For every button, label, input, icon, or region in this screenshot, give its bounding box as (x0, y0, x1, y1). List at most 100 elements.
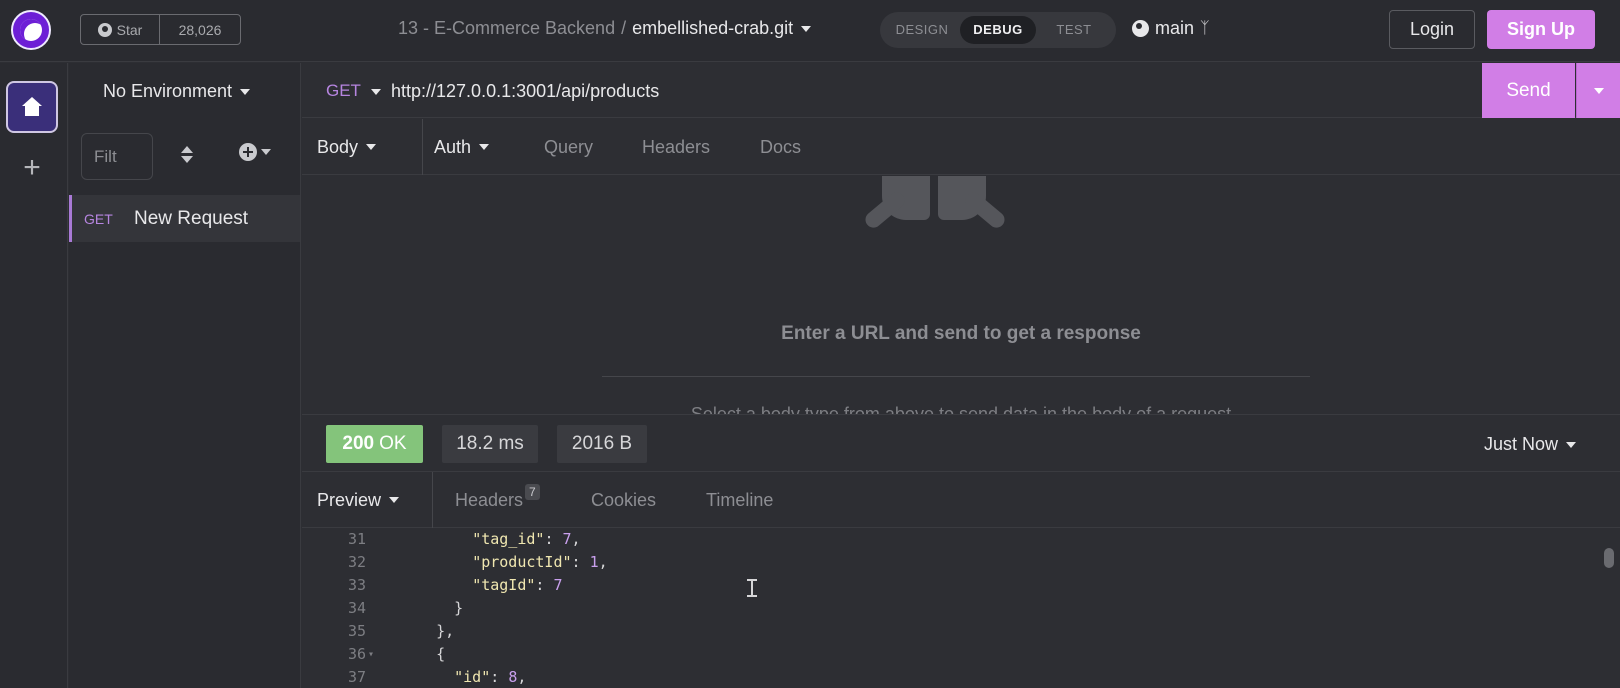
line-number: 32 (347, 553, 366, 571)
environment-selector[interactable]: No Environment (103, 81, 251, 102)
mode-switch: DESIGN DEBUG TEST (880, 12, 1116, 48)
breadcrumb-project[interactable]: 13 - E-Commerce Backend (398, 18, 615, 38)
url-bar: GET Send (302, 63, 1620, 118)
json-value: 8 (508, 668, 518, 686)
login-button[interactable]: Login (1389, 10, 1475, 49)
line-number: 34 (347, 599, 366, 617)
status-text: OK (379, 433, 407, 454)
tab-body[interactable]: Body (317, 119, 377, 175)
chevron-down-icon[interactable] (801, 26, 812, 33)
line-number: 37 (347, 668, 366, 686)
branch-selector[interactable]: main ᛉ (1132, 18, 1210, 39)
branch-name: main (1155, 18, 1195, 38)
headers-count-badge: 7 (525, 484, 540, 500)
response-preview[interactable]: 31 "tag_id": 7, 32 "productId": 1, 33 "tag… (302, 528, 1620, 688)
plus-icon: + (23, 151, 41, 184)
tab-response-headers-label: Headers (455, 489, 524, 510)
code-text: { (418, 643, 445, 666)
home-icon (21, 97, 43, 117)
empty-state-hint: Select a body type from above to send da… (690, 404, 1232, 414)
code-line: 36 ▾ { (302, 643, 1620, 666)
filter-input[interactable] (81, 133, 153, 180)
github-star-label: Star (116, 21, 143, 38)
divider (602, 376, 1310, 377)
code-text: "tag_id": 7, (418, 528, 580, 551)
github-star-count[interactable]: 28,026 (160, 15, 240, 44)
json-key: "tag_id" (472, 530, 545, 548)
chevron-down-icon (479, 144, 490, 150)
chevron-down-icon (1566, 442, 1577, 449)
tab-cookies[interactable]: Cookies (591, 472, 656, 528)
sort-icon[interactable] (179, 143, 195, 167)
github-star-button[interactable]: Star (81, 15, 160, 44)
mode-test-tab[interactable]: TEST (1036, 16, 1112, 44)
json-separator: : (535, 576, 554, 594)
request-method-badge: GET (84, 210, 113, 227)
tab-headers[interactable]: Headers (642, 119, 710, 175)
code-line: 34 } (302, 597, 1620, 620)
send-options-button[interactable] (1576, 63, 1620, 118)
breadcrumb: 13 - E-Commerce Backend / embellished-crab… (398, 18, 812, 39)
mode-design-tab[interactable]: DESIGN (884, 16, 960, 44)
json-punctuation: , (517, 668, 527, 686)
send-button[interactable]: Send (1482, 63, 1575, 118)
chevron-down-icon (261, 149, 271, 155)
tab-preview[interactable]: Preview (317, 472, 400, 528)
tab-response-headers[interactable]: Headers 7 (455, 472, 540, 528)
add-workspace-button[interactable]: + (17, 153, 47, 183)
response-tabs: Preview Headers 7 Cookies Timeline (302, 472, 1620, 528)
tab-timeline[interactable]: Timeline (706, 472, 773, 528)
tab-docs[interactable]: Docs (760, 119, 801, 175)
response-history-dropdown[interactable]: Just Now (1484, 434, 1577, 455)
chevron-down-icon (370, 88, 381, 95)
json-punctuation: , (598, 553, 608, 571)
json-key: "productId" (472, 553, 572, 571)
chevron-down-icon (1593, 87, 1604, 94)
tab-divider (432, 472, 433, 528)
scrollbar-thumb[interactable] (1604, 548, 1614, 568)
json-punctuation: }, (436, 622, 455, 640)
json-separator: : (490, 668, 509, 686)
text-cursor-icon (747, 579, 757, 597)
github-icon (97, 22, 112, 37)
tab-auth[interactable]: Auth (434, 119, 490, 175)
insomnia-logo-icon[interactable] (11, 10, 51, 50)
empty-state-title: Enter a URL and send to get a response (781, 323, 1141, 344)
json-key: "tagId" (472, 576, 536, 594)
sidebar: No Environment GET New Request (69, 63, 301, 688)
github-star-badge[interactable]: Star 28,026 (80, 14, 241, 45)
tab-body-label: Body (317, 136, 359, 157)
method-label: GET (326, 81, 361, 100)
breadcrumb-repo[interactable]: embellished-crab.git (632, 18, 793, 38)
json-value: 1 (589, 553, 599, 571)
json-separator: : (571, 553, 590, 571)
code-text: }, (418, 620, 454, 643)
add-request-menu[interactable] (239, 143, 271, 161)
line-number: 35 (347, 622, 366, 640)
fold-chevron-icon[interactable]: ▾ (368, 643, 374, 666)
github-icon (1132, 20, 1149, 37)
method-selector[interactable]: GET (326, 81, 381, 101)
status-code: 200 (342, 433, 375, 454)
signup-button[interactable]: Sign Up (1487, 10, 1595, 49)
tab-query[interactable]: Query (544, 119, 593, 175)
code-line: 32 "productId": 1, (302, 551, 1620, 574)
scrollbar[interactable] (1604, 548, 1614, 688)
request-list-item[interactable]: GET New Request (69, 195, 300, 242)
mode-debug-tab[interactable]: DEBUG (960, 16, 1036, 44)
status-badge: 200 OK (326, 425, 423, 463)
url-input[interactable] (391, 77, 1391, 105)
code-line: 31 "tag_id": 7, (302, 528, 1620, 551)
code-line: 33 "tagId": 7 (302, 574, 1620, 597)
tab-auth-label: Auth (434, 136, 472, 157)
home-button[interactable] (6, 81, 58, 133)
empty-state-illustration (862, 176, 1012, 244)
code-lines: 31 "tag_id": 7, 32 "productId": 1, 33 "tag… (302, 528, 1620, 688)
json-value: 7 (553, 576, 563, 594)
json-separator: : (544, 530, 563, 548)
response-status-bar: 200 OK 18.2 ms 2016 B Just Now (302, 414, 1620, 472)
